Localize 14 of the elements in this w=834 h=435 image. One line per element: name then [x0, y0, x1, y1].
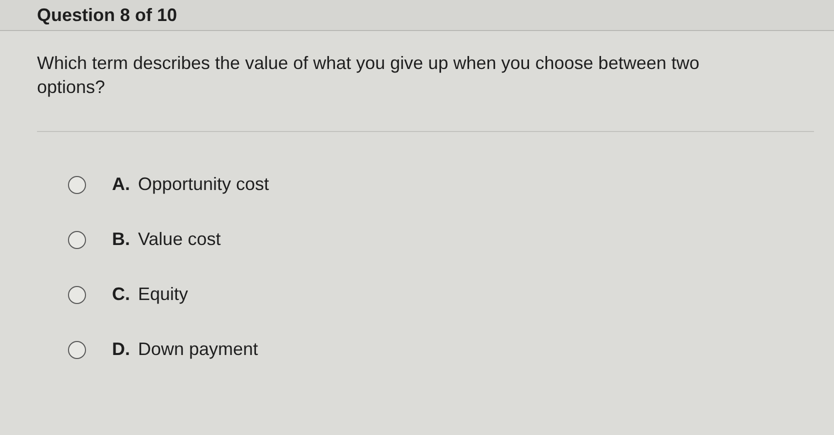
option-label[interactable]: Value cost — [138, 229, 221, 250]
option-label[interactable]: Opportunity cost — [138, 174, 270, 195]
radio-button[interactable] — [68, 230, 86, 248]
option-label[interactable]: Down payment — [138, 339, 258, 360]
radio-button[interactable] — [68, 176, 86, 194]
question-number: Question 8 of 10 — [37, 4, 178, 26]
radio-button[interactable] — [68, 340, 86, 358]
option-letter: C. — [112, 284, 130, 305]
option-letter: A. — [112, 174, 130, 195]
option-letter: D. — [112, 339, 130, 360]
option-label[interactable]: Equity — [138, 284, 188, 305]
radio-button[interactable] — [68, 286, 86, 304]
question-text: Which term describes the value of what you give up when you choose between two options? — [37, 52, 700, 99]
option-letter: B. — [112, 229, 130, 250]
